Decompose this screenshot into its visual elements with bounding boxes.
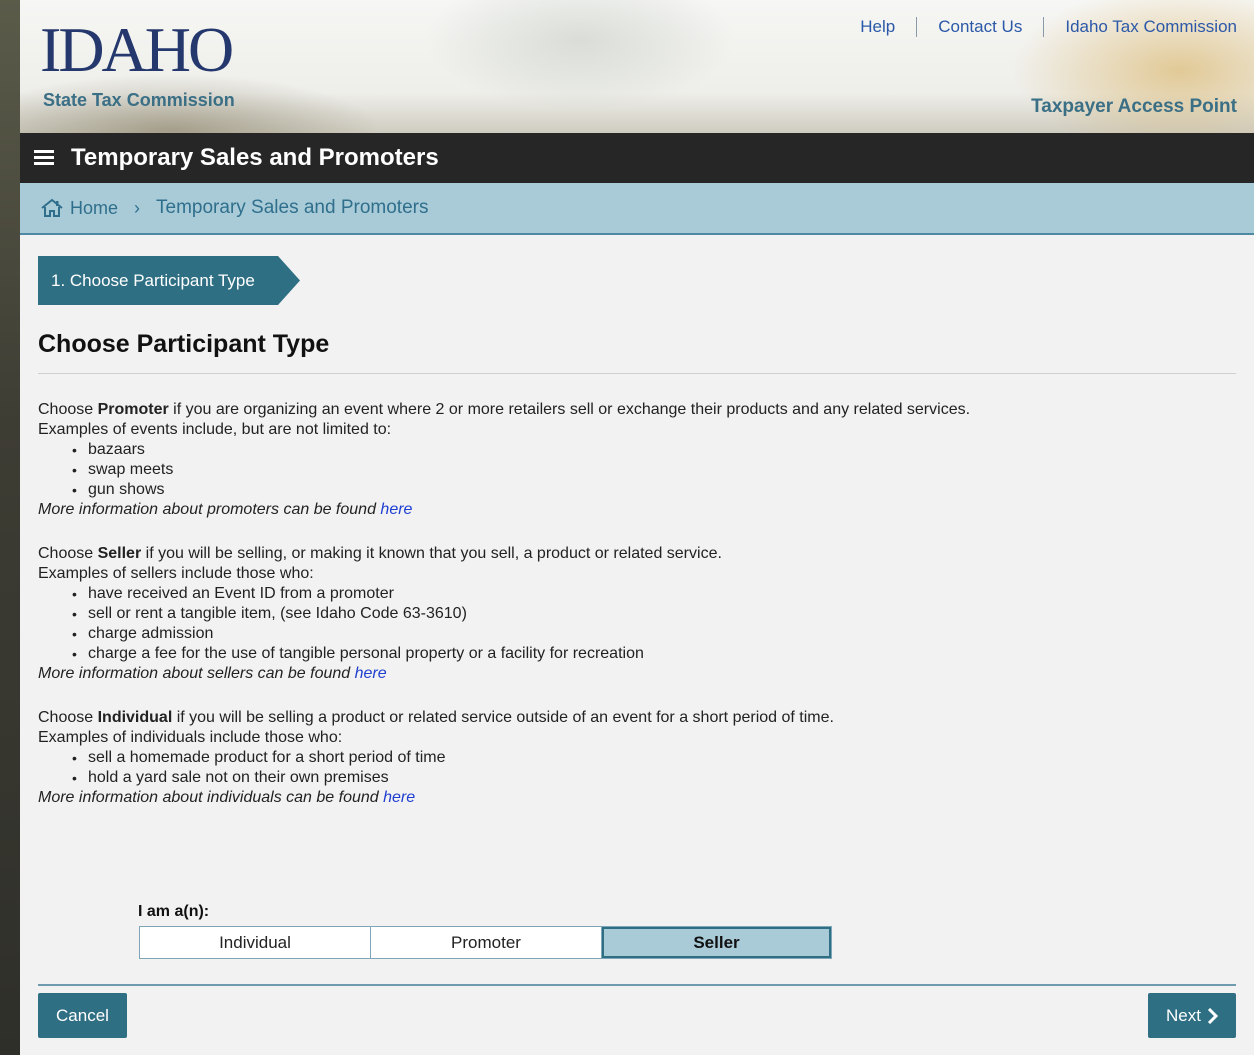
page: IDAHO State Tax Commission Help Contact … bbox=[20, 0, 1254, 1055]
chevron-right-icon bbox=[1207, 1007, 1218, 1024]
participant-type-label: I am a(n): bbox=[138, 903, 210, 920]
individual-intro: Choose Individual if you will be selling… bbox=[38, 709, 834, 726]
title-bar-text: Temporary Sales and Promoters bbox=[71, 144, 439, 171]
instructions: Choose Promoter if you are organizing an… bbox=[38, 400, 1236, 832]
individual-more-info: More information about individuals can b… bbox=[38, 789, 416, 806]
list-item: gun shows bbox=[72, 480, 1236, 500]
individual-here-link[interactable]: here bbox=[383, 789, 415, 806]
help-link[interactable]: Help bbox=[860, 17, 895, 37]
breadcrumb-separator: › bbox=[134, 197, 141, 218]
seller-option[interactable]: Seller bbox=[602, 927, 831, 958]
list-item: have received an Event ID from a promote… bbox=[72, 584, 1236, 604]
title-divider bbox=[38, 373, 1236, 374]
seller-here-link[interactable]: here bbox=[355, 665, 387, 682]
breadcrumb-current: Temporary Sales and Promoters bbox=[156, 197, 429, 218]
step-indicator: 1. Choose Participant Type bbox=[38, 256, 300, 305]
promoter-intro: Choose Promoter if you are organizing an… bbox=[38, 401, 971, 418]
idaho-logo[interactable]: IDAHO bbox=[40, 18, 234, 82]
list-item: swap meets bbox=[72, 460, 1236, 480]
cancel-button[interactable]: Cancel bbox=[38, 993, 127, 1038]
title-bar: Temporary Sales and Promoters bbox=[20, 133, 1254, 183]
individual-option[interactable]: Individual bbox=[140, 927, 371, 958]
list-item: sell a homemade product for a short peri… bbox=[72, 748, 1236, 768]
app-name: Taxpayer Access Point bbox=[1031, 96, 1237, 117]
seller-section: Choose Seller if you will be selling, or… bbox=[38, 544, 1236, 684]
seller-intro: Choose Seller if you will be selling, or… bbox=[38, 545, 722, 562]
list-item: sell or rent a tangible item, (see Idaho… bbox=[72, 604, 1236, 624]
cancel-label: Cancel bbox=[56, 1005, 109, 1025]
seller-examples-label: Examples of sellers include those who: bbox=[38, 565, 314, 582]
link-divider bbox=[1043, 17, 1045, 37]
link-divider bbox=[916, 17, 918, 37]
site-header: IDAHO State Tax Commission Help Contact … bbox=[20, 0, 1254, 133]
list-item: charge a fee for the use of tangible per… bbox=[72, 644, 1236, 664]
next-button[interactable]: Next bbox=[1148, 993, 1236, 1038]
promoter-here-link[interactable]: here bbox=[380, 501, 412, 518]
window-edge bbox=[0, 0, 20, 1055]
promoter-section: Choose Promoter if you are organizing an… bbox=[38, 400, 1236, 520]
logo-subtitle: State Tax Commission bbox=[43, 90, 235, 110]
seller-examples: have received an Event ID from a promote… bbox=[72, 584, 1236, 664]
hamburger-icon[interactable] bbox=[34, 150, 54, 166]
breadcrumb-home[interactable]: Home bbox=[70, 198, 118, 219]
breadcrumb: Home › Temporary Sales and Promoters bbox=[20, 183, 1254, 235]
promoter-examples: bazaars swap meets gun shows bbox=[72, 440, 1236, 500]
top-links: Help Contact Us Idaho Tax Commission bbox=[860, 17, 1237, 37]
idaho-tax-commission-link[interactable]: Idaho Tax Commission bbox=[1065, 17, 1237, 37]
list-item: bazaars bbox=[72, 440, 1236, 460]
individual-examples-label: Examples of individuals include those wh… bbox=[38, 729, 343, 746]
next-label: Next bbox=[1166, 1005, 1201, 1025]
seller-more-info: More information about sellers can be fo… bbox=[38, 665, 387, 682]
individual-section: Choose Individual if you will be selling… bbox=[38, 708, 1236, 808]
promoter-examples-label: Examples of events include, but are not … bbox=[38, 421, 392, 438]
participant-type-selector: Individual Promoter Seller bbox=[139, 926, 832, 959]
individual-examples: sell a homemade product for a short peri… bbox=[72, 748, 1236, 788]
list-item: hold a yard sale not on their own premis… bbox=[72, 768, 1236, 788]
home-icon[interactable] bbox=[40, 198, 64, 218]
contact-us-link[interactable]: Contact Us bbox=[938, 17, 1022, 37]
footer-divider bbox=[38, 984, 1236, 986]
promoter-more-info: More information about promoters can be … bbox=[38, 501, 413, 518]
list-item: charge admission bbox=[72, 624, 1236, 644]
page-title: Choose Participant Type bbox=[38, 330, 330, 358]
promoter-option[interactable]: Promoter bbox=[371, 927, 602, 958]
